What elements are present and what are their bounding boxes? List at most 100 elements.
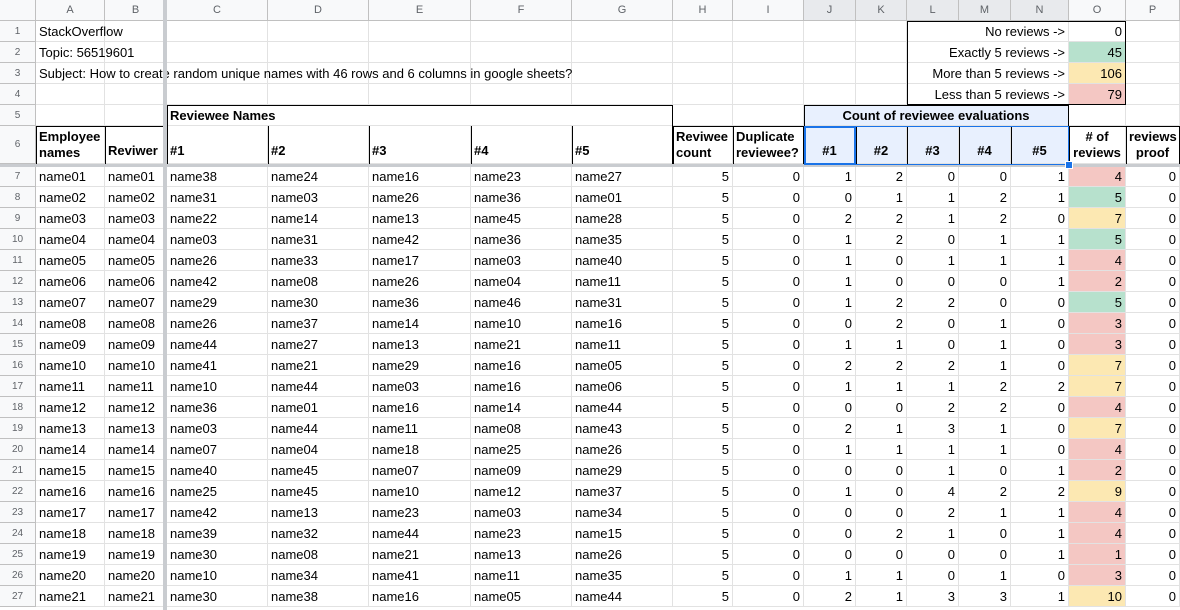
eval-3-cell[interactable]: 3	[907, 586, 959, 607]
row-header-12[interactable]: 12	[0, 271, 36, 292]
eval-3-cell[interactable]: 0	[907, 229, 959, 250]
reviews-proof-cell[interactable]: 0	[1126, 544, 1180, 565]
reviewee-4-cell[interactable]: name36	[471, 229, 572, 250]
reviewee-1-cell[interactable]: name07	[167, 439, 268, 460]
eval-2-cell[interactable]: 1	[856, 376, 907, 397]
reviewee-3-cell[interactable]: name13	[369, 208, 471, 229]
eval-3-cell[interactable]: 1	[907, 439, 959, 460]
title-subject[interactable]: Subject: How to create random unique nam…	[36, 63, 1011, 84]
eval-5-cell[interactable]: 2	[1011, 481, 1069, 502]
employee-name-cell[interactable]: name11	[36, 376, 105, 397]
reviewee-2-cell[interactable]: name14	[268, 208, 369, 229]
eval-1-cell[interactable]: 0	[804, 187, 856, 208]
employee-name-cell[interactable]: name13	[36, 418, 105, 439]
reviewee-5-cell[interactable]: name01	[572, 187, 673, 208]
reviewee-1-cell[interactable]: name03	[167, 229, 268, 250]
eval-4-cell[interactable]: 1	[959, 565, 1011, 586]
reviewer-cell[interactable]: name21	[105, 586, 167, 607]
num-reviews-header[interactable]: # of reviews	[1069, 126, 1126, 164]
eval-4-cell[interactable]: 0	[959, 166, 1011, 187]
reviewee-4-cell[interactable]: name23	[471, 523, 572, 544]
row-header-10[interactable]: 10	[0, 229, 36, 250]
reviewee-5-cell[interactable]: name35	[572, 565, 673, 586]
row-header-20[interactable]: 20	[0, 439, 36, 460]
row-header-1[interactable]: 1	[0, 21, 36, 42]
column-header-f[interactable]: F	[471, 0, 572, 21]
reviewee-3-cell[interactable]: name17	[369, 250, 471, 271]
eval-3-cell[interactable]: 1	[907, 460, 959, 481]
row-header-3[interactable]: 3	[0, 63, 36, 84]
reviewer-cell[interactable]: name16	[105, 481, 167, 502]
eval-3-cell[interactable]: 0	[907, 271, 959, 292]
reviews-proof-cell[interactable]: 0	[1126, 397, 1180, 418]
reviewer-cell[interactable]: name12	[105, 397, 167, 418]
employee-name-cell[interactable]: name14	[36, 439, 105, 460]
reviewee-5-cell[interactable]: name44	[572, 586, 673, 607]
num-reviews-cell[interactable]: 5	[1069, 292, 1126, 313]
num-reviews-cell[interactable]: 4	[1069, 166, 1126, 187]
reviewee-4-cell[interactable]: name45	[471, 208, 572, 229]
eval-4-cell[interactable]: 1	[959, 439, 1011, 460]
reviewee-1-cell[interactable]: name29	[167, 292, 268, 313]
row-header-16[interactable]: 16	[0, 355, 36, 376]
eval-3-cell[interactable]: 2	[907, 502, 959, 523]
reviews-proof-cell[interactable]: 0	[1126, 418, 1180, 439]
reviewee-2-cell[interactable]: name45	[268, 481, 369, 502]
duplicate-cell[interactable]: 0	[733, 292, 804, 313]
eval-4-cell[interactable]: 0	[959, 292, 1011, 313]
eval-4-cell[interactable]: 2	[959, 376, 1011, 397]
duplicate-cell[interactable]: 0	[733, 271, 804, 292]
num-reviews-cell[interactable]: 4	[1069, 523, 1126, 544]
eval-1-cell[interactable]: 2	[804, 355, 856, 376]
reviewee-5-cell[interactable]: name43	[572, 418, 673, 439]
eval-4-cell[interactable]: 1	[959, 334, 1011, 355]
reviewee-2-cell[interactable]: name08	[268, 544, 369, 565]
reviewee-5-cell[interactable]: name34	[572, 502, 673, 523]
eval-5-cell[interactable]: 0	[1011, 292, 1069, 313]
eval-5-cell[interactable]: 1	[1011, 502, 1069, 523]
eval-1-cell[interactable]: 1	[804, 481, 856, 502]
eval-5-cell[interactable]: 1	[1011, 229, 1069, 250]
duplicate-cell[interactable]: 0	[733, 313, 804, 334]
reviewer-cell[interactable]: name07	[105, 292, 167, 313]
eval-5-cell[interactable]: 1	[1011, 523, 1069, 544]
summary-value[interactable]: 79	[1069, 84, 1126, 105]
row-header-27[interactable]: 27	[0, 586, 36, 607]
summary-value[interactable]: 0	[1069, 21, 1126, 42]
num-reviews-cell[interactable]: 3	[1069, 334, 1126, 355]
reviewee-count-cell[interactable]: 5	[673, 460, 733, 481]
duplicate-cell[interactable]: 0	[733, 481, 804, 502]
eval-1-cell[interactable]: 1	[804, 271, 856, 292]
eval-2-cell[interactable]: 2	[856, 355, 907, 376]
grid-cell[interactable]	[105, 84, 167, 105]
reviewee-4-cell[interactable]: name12	[471, 481, 572, 502]
num-reviews-cell[interactable]: 7	[1069, 208, 1126, 229]
employee-name-cell[interactable]: name08	[36, 313, 105, 334]
reviewee-1-cell[interactable]: name42	[167, 502, 268, 523]
duplicate-reviewee-header[interactable]: Duplicate reviewee?	[733, 126, 804, 164]
eval-3-cell[interactable]: 0	[907, 565, 959, 586]
employee-name-cell[interactable]: name05	[36, 250, 105, 271]
reviewee-count-cell[interactable]: 5	[673, 565, 733, 586]
reviewer-cell[interactable]: name10	[105, 355, 167, 376]
eval-4-cell[interactable]: 2	[959, 481, 1011, 502]
employee-name-cell[interactable]: name10	[36, 355, 105, 376]
fill-handle[interactable]	[1065, 161, 1073, 169]
reviewee-2-cell[interactable]: name08	[268, 271, 369, 292]
row-header-7[interactable]: 7	[0, 166, 36, 187]
eval-1-cell[interactable]: 0	[804, 523, 856, 544]
reviewee-2-cell[interactable]: name24	[268, 166, 369, 187]
reviewee-1-cell[interactable]: name41	[167, 355, 268, 376]
eval-4-cell[interactable]: 2	[959, 187, 1011, 208]
duplicate-cell[interactable]: 0	[733, 208, 804, 229]
eval-4-cell[interactable]: 1	[959, 355, 1011, 376]
select-all-corner[interactable]	[0, 0, 36, 21]
num-reviews-cell[interactable]: 4	[1069, 397, 1126, 418]
reviewee-1-cell[interactable]: name40	[167, 460, 268, 481]
eval-1-cell[interactable]: 0	[804, 313, 856, 334]
eval-5-cell[interactable]: 1	[1011, 187, 1069, 208]
eval-5-cell[interactable]: 0	[1011, 397, 1069, 418]
column-header-h[interactable]: H	[673, 0, 733, 21]
reviewee-2-cell[interactable]: name04	[268, 439, 369, 460]
column-header-i[interactable]: I	[733, 0, 804, 21]
